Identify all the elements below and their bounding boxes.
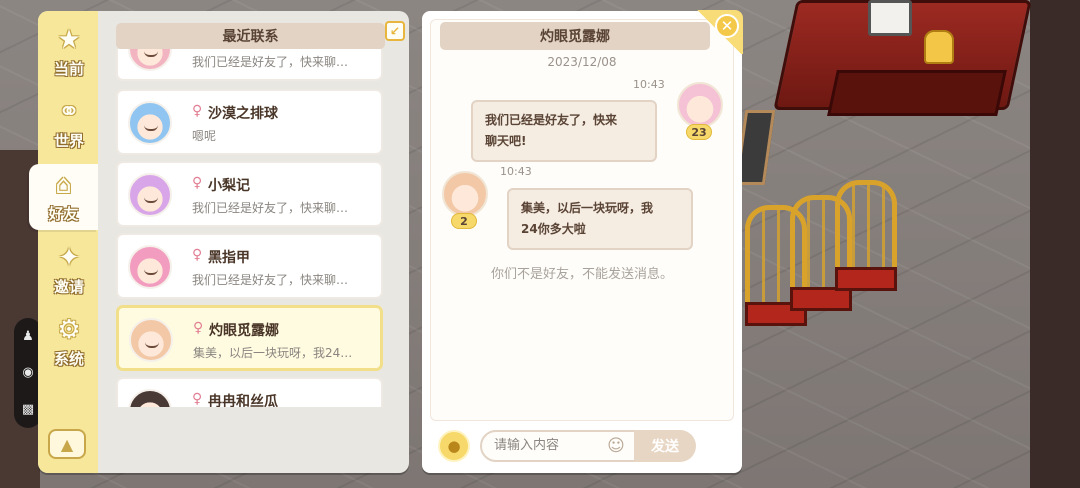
tab-friends[interactable]: ⌂ 好友: [29, 164, 98, 230]
planet-icon: ⚭: [58, 97, 80, 127]
wall-right: [1030, 0, 1080, 488]
female-icon: ♀: [193, 320, 204, 336]
tab-invite[interactable]: ✦ 邀请: [42, 237, 96, 303]
female-icon: ♀: [192, 247, 203, 263]
star-icon: ★: [57, 25, 81, 55]
message-text-line: 集美，以后一块玩呀，我: [521, 201, 654, 215]
list-item[interactable]: ♀ 冉冉和丝瓜: [116, 377, 383, 407]
list-item[interactable]: 我们已经是好友了，快来聊…: [116, 49, 383, 81]
contact-list[interactable]: 我们已经是好友了，快来聊… ♀ 沙漠之排球 嗯呢 ♀ 小梨记 我们已经是好友了，…: [102, 49, 403, 407]
friends-panel: ★ 当前 ⚭ 世界 ⌂ 好友 ✦ 邀请 ⚙ 系统 ▲ 最近联系 ↙ 我们已经是好…: [29, 11, 409, 473]
category-tab-bar: ★ 当前 ⚭ 世界 ⌂ 好友 ✦ 邀请 ⚙ 系统 ▲: [29, 11, 98, 473]
contact-last-message: 我们已经是好友了，快来聊…: [192, 201, 349, 215]
avatar: [128, 173, 172, 217]
luggage-cart: [835, 180, 897, 291]
contact-name: 冉冉和丝瓜: [208, 394, 278, 407]
eye-icon[interactable]: ◉: [22, 365, 33, 380]
chat-title: 灼眼觅露娜: [440, 22, 710, 50]
avatar: [128, 245, 172, 289]
message-bubble: 我们已经是好友了，快来 聊天吧!: [471, 100, 657, 162]
system-icon: ⚙: [57, 315, 81, 345]
chat-input-row: ● 请输入内容 ☺ 发送: [438, 429, 728, 463]
tab-world[interactable]: ⚭ 世界: [42, 91, 96, 157]
avatar: [128, 101, 172, 145]
tab-label: 好友: [48, 205, 79, 223]
tab-current[interactable]: ★ 当前: [42, 19, 96, 85]
tab-system[interactable]: ⚙ 系统: [42, 309, 96, 375]
contact-last-message: 集美，以后一块玩呀，我24…: [193, 346, 353, 360]
contact-last-message: 我们已经是好友了，快来聊…: [192, 55, 349, 69]
close-icon[interactable]: ✕: [715, 14, 739, 38]
contact-name: 沙漠之排球: [208, 106, 278, 122]
level-badge: 23: [686, 124, 712, 140]
collapse-arrow-icon[interactable]: ↙: [385, 21, 405, 41]
message-text-line: 我们已经是好友了，快来: [485, 113, 618, 127]
screen-icon[interactable]: ▩: [22, 402, 34, 417]
contact-name: 小梨记: [208, 178, 250, 194]
avatar: [129, 318, 173, 362]
contact-last-message: 我们已经是好友了，快来聊…: [192, 273, 349, 287]
house-icon: ⌂: [55, 170, 72, 200]
message-time: 10:43: [633, 78, 665, 91]
person-icon[interactable]: ♟: [22, 329, 34, 344]
microphone-icon[interactable]: ●: [438, 430, 470, 462]
chat-panel: 灼眼觅露娜 ✕ 2023/12/08 10:43 23 我们已经是好友了，快来 …: [422, 10, 743, 473]
contact-name: 灼眼觅露娜: [209, 323, 279, 339]
contact-list-area: 最近联系 ↙ 我们已经是好友了，快来聊… ♀ 沙漠之排球 嗯呢 ♀ 小梨记 我们…: [102, 17, 405, 467]
contact-list-header: 最近联系: [116, 23, 385, 49]
tab-label: 当前: [53, 60, 84, 78]
tab-label: 世界: [53, 132, 84, 150]
avatar: [128, 49, 172, 71]
female-icon: ♀: [192, 103, 203, 119]
send-button[interactable]: 发送: [634, 430, 696, 462]
avatar: [128, 389, 172, 407]
level-badge: 2: [451, 213, 477, 229]
female-icon: ♀: [192, 175, 203, 191]
computer-monitor: [868, 0, 912, 36]
close-corner: ✕: [695, 10, 743, 54]
contact-name: 黑指甲: [208, 250, 250, 266]
contact-last-message: 嗯呢: [192, 129, 217, 143]
not-friends-notice: 你们不是好友，不能发送消息。: [490, 267, 673, 282]
tab-label: 系统: [53, 350, 84, 368]
avatar[interactable]: [677, 82, 723, 128]
message-text-line: 24你多大啦: [521, 222, 586, 236]
list-item[interactable]: ♀ 小梨记 我们已经是好友了，快来聊…: [116, 161, 383, 227]
shirt-icon[interactable]: ▲: [48, 429, 86, 459]
female-icon: ♀: [192, 391, 203, 407]
chat-date: 2023/12/08: [547, 55, 617, 69]
list-item-selected[interactable]: ♀ 灼眼觅露娜 集美，以后一块玩呀，我24…: [116, 305, 383, 371]
invite-icon: ✦: [58, 243, 80, 273]
message-text-line: 聊天吧!: [485, 134, 527, 148]
list-item[interactable]: ♀ 沙漠之排球 嗯呢: [116, 89, 383, 155]
emoji-icon[interactable]: ☺: [604, 434, 628, 458]
tab-label: 邀请: [53, 278, 84, 296]
message-time: 10:43: [500, 165, 532, 178]
avatar[interactable]: [442, 171, 488, 217]
message-bubble: 集美，以后一块玩呀，我 24你多大啦: [507, 188, 693, 250]
list-item[interactable]: ♀ 黑指甲 我们已经是好友了，快来聊…: [116, 233, 383, 299]
desk-lamp: [924, 30, 954, 64]
reception-desk-front: [827, 70, 1007, 116]
